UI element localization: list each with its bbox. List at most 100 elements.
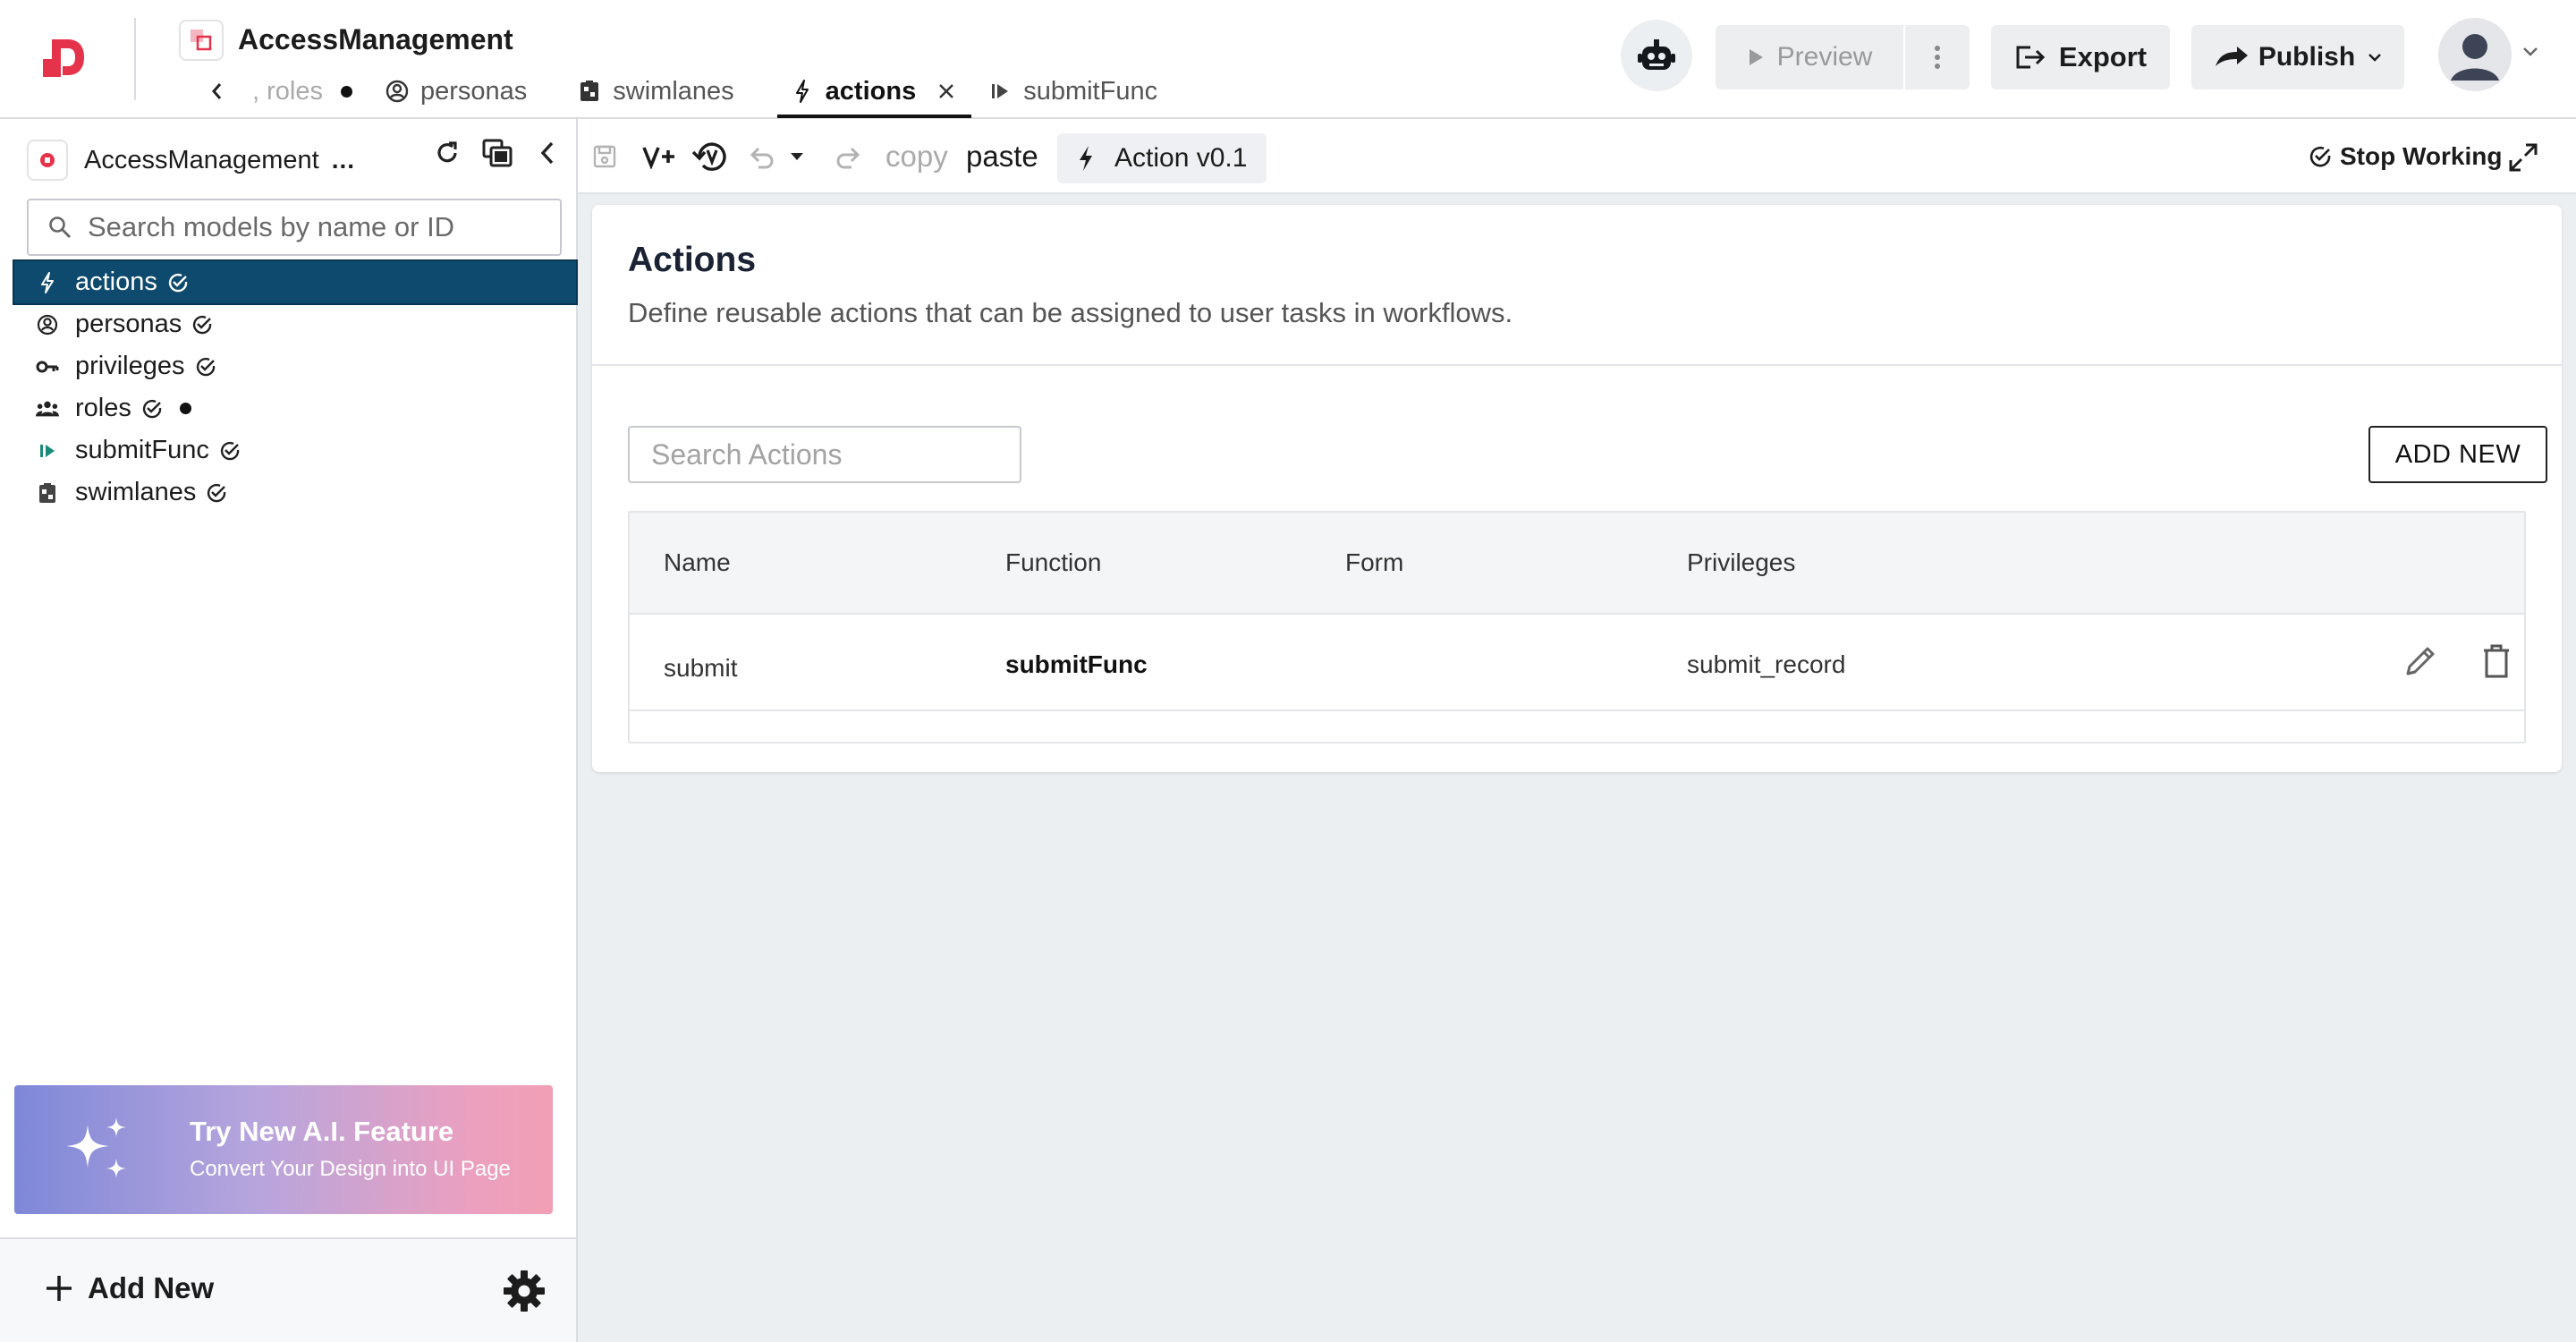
play-icon [1749,49,1763,65]
published-check-icon [142,399,162,418]
sparkles-icon [66,1117,126,1178]
main-workspace: copy paste Action v0.1 Stop Working Acti… [578,119,2576,1342]
sidebar-item-label: submitFunc [75,436,209,464]
published-check-icon [220,441,240,460]
share-arrows-icon [2215,47,2248,66]
copy-button[interactable]: copy [886,119,948,194]
ai-assistant-button[interactable] [1621,20,1692,91]
sidebar-footer: Add New [0,1237,576,1342]
sidebar-item-label: swimlanes [75,478,197,506]
ai-feature-banner[interactable]: Try New A.I. Feature Convert Your Design… [14,1085,553,1214]
tab-roles[interactable]: , roles [236,64,369,118]
sidebar-tools [431,137,564,169]
app-icon [179,20,224,61]
table-row[interactable]: submit submitFunc submit_record [630,616,2524,711]
new-version-icon[interactable] [642,119,676,194]
project-more-button[interactable]: ... [332,146,355,174]
stop-working-button[interactable]: Stop Working [2308,119,2502,194]
preview-label: Preview [1776,42,1873,72]
export-icon [2016,46,2046,69]
version-label: Action v0.1 [1114,143,1248,173]
redo-icon[interactable] [834,119,862,194]
tab-swimlanes[interactable]: swimlanes [561,64,750,118]
sidebar-item-roles[interactable]: roles [14,387,576,429]
tab-label: actions [825,76,917,106]
model-tree: actions personas privileges roles submit… [13,259,578,514]
settings-gear-icon[interactable] [501,1268,547,1314]
bolt-icon [1080,146,1092,171]
close-tab-icon[interactable] [936,81,957,102]
sidebar-item-privileges[interactable]: privileges [14,345,576,387]
version-history-icon[interactable] [691,119,730,194]
key-icon [36,355,59,378]
add-new-model-button[interactable]: Add New [43,1271,214,1305]
card-divider [592,364,2562,366]
account-chevron-down-icon[interactable] [2522,47,2538,57]
save-icon[interactable] [592,119,617,194]
preview-button[interactable]: Preview [1716,25,1905,89]
bolt-icon [36,271,59,294]
actions-search-input[interactable] [628,426,1021,483]
sidebar-item-label: privileges [75,352,185,380]
tabs-scroll-left-button[interactable] [197,64,236,118]
version-chip[interactable]: Action v0.1 [1057,133,1267,183]
add-new-action-button[interactable]: ADD NEW [2368,426,2547,483]
search-icon [49,217,71,238]
function-icon [987,79,1013,104]
preview-more-button[interactable] [1905,25,1970,89]
ai-banner-title: Try New A.I. Feature [190,1116,454,1147]
swimlane-icon [577,79,602,104]
delete-trash-icon[interactable] [2481,643,2512,679]
published-check-icon [193,315,212,334]
sidebar-item-label: actions [75,268,157,296]
column-header-form[interactable]: Form [1345,548,1403,577]
copy-models-icon[interactable] [481,137,513,169]
ai-banner-subtitle: Convert Your Design into UI Page [190,1157,511,1181]
model-search-input[interactable] [88,211,535,243]
refresh-icon[interactable] [431,137,463,169]
plus-icon [47,1276,72,1301]
function-icon [36,439,59,463]
publish-label: Publish [2258,42,2356,72]
cell-privileges: submit_record [1687,650,1846,678]
fullscreen-icon[interactable] [2508,142,2538,173]
undo-icon[interactable] [748,119,776,194]
publish-button[interactable]: Publish [2191,25,2404,89]
bolt-icon [790,79,815,104]
unsaved-dot [340,85,352,98]
brand-logo[interactable] [39,34,89,84]
sidebar-item-swimlanes[interactable]: swimlanes [14,471,576,514]
export-label: Export [2058,41,2148,72]
app-title: AccessManagement [238,23,513,55]
user-avatar[interactable] [2438,18,2512,91]
collapse-sidebar-icon[interactable] [531,137,564,169]
column-header-name[interactable]: Name [664,548,731,577]
tab-label: submitFunc [1023,76,1158,106]
sidebar-item-actions[interactable]: actions [13,259,578,305]
editor-tabs: , roles personas swimlanes actions submi… [197,64,1174,118]
preview-button-group: Preview [1716,25,1970,89]
paste-button[interactable]: paste [966,119,1038,194]
sidebar-item-submitfunc[interactable]: submitFunc [14,429,576,471]
check-circle-icon [2309,146,2331,167]
column-header-function[interactable]: Function [1005,548,1101,577]
undo-history-chevron-icon[interactable] [789,119,805,194]
edit-pencil-icon[interactable] [2402,643,2438,679]
export-button[interactable]: Export [1991,25,2170,89]
sidebar-item-label: personas [75,310,182,338]
sidebar-item-personas[interactable]: personas [14,303,576,345]
more-vertical-icon [1935,46,1940,69]
page-title: Actions [628,241,757,279]
add-new-label: Add New [88,1271,215,1304]
model-search-field[interactable] [27,199,562,256]
tab-personas[interactable]: personas [369,64,543,118]
tab-submitfunc[interactable]: submitFunc [971,64,1174,118]
tab-actions[interactable]: actions [776,64,972,118]
column-header-privileges[interactable]: Privileges [1687,548,1795,577]
header-divider [134,18,136,100]
top-header: AccessManagement , roles personas swimla… [0,0,2576,119]
user-icon [2438,18,2512,91]
cell-function[interactable]: submitFunc [1005,650,1148,679]
row-actions [2402,643,2512,679]
cell-name: submit [664,654,738,682]
